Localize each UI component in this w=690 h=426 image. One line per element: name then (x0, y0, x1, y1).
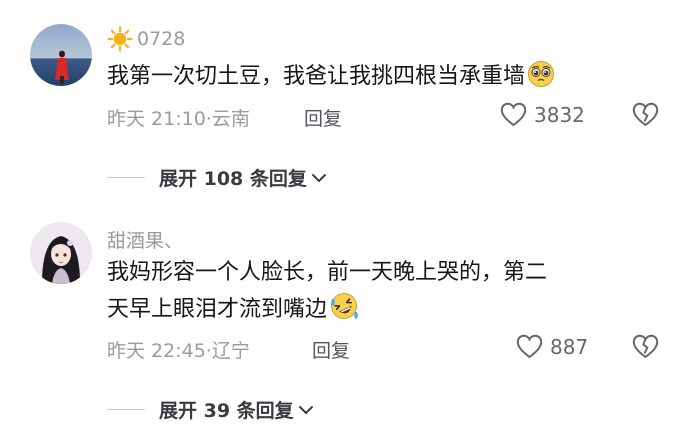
broken-heart-icon (632, 334, 659, 359)
like-button[interactable]: 887 (516, 334, 588, 359)
avatar[interactable] (30, 222, 92, 284)
reply-button[interactable]: 回复 (304, 104, 342, 131)
expand-replies-label: 展开 108 条回复 (159, 168, 307, 190)
location: 云南 (211, 108, 250, 130)
chevron-down-icon (294, 404, 314, 416)
divider (107, 409, 145, 410)
comment-meta: 昨天 22:45·辽宁 (107, 340, 250, 362)
dislike-button[interactable] (632, 334, 659, 363)
comment-meta: 昨天 21:10·云南 (107, 108, 250, 130)
broken-heart-icon (632, 102, 659, 127)
dislike-button[interactable] (632, 102, 659, 131)
timestamp: 昨天 21:10 (107, 108, 206, 130)
comment-text-line: 我妈形容一个人脸长，前一天晚上哭的，第二 (107, 260, 548, 285)
like-count: 3832 (534, 102, 585, 127)
rolling-laughing-emoji (329, 291, 359, 333)
avatar[interactable] (30, 24, 92, 86)
location: 辽宁 (211, 340, 250, 362)
reply-button[interactable]: 回复 (312, 336, 350, 363)
like-count: 887 (550, 334, 589, 359)
comment-text: 我第一次切土豆，我爸让我挑四根当承重墙 (107, 58, 667, 100)
expand-replies-label: 展开 39 条回复 (159, 400, 294, 422)
comment-text-content: 天早上眼泪才流到嘴边 (107, 297, 328, 322)
like-button[interactable]: 3832 (500, 102, 585, 127)
sun-icon (107, 26, 133, 52)
expand-replies-button[interactable]: 展开 39 条回复 (107, 396, 314, 423)
username-text: 甜酒果、 (107, 230, 184, 252)
username[interactable]: 0728 (107, 26, 185, 52)
comment-text-content: 我第一次切土豆，我爸让我挑四根当承重墙 (107, 64, 526, 89)
comment-text-line-2: 天早上眼泪才流到嘴边 (107, 291, 667, 333)
comment-text: 我妈形容一个人脸长，前一天晚上哭的，第二 天早上眼泪才流到嘴边 (107, 254, 667, 333)
username-text: 0728 (137, 28, 186, 50)
timestamp: 昨天 22:45 (107, 340, 206, 362)
divider (107, 177, 145, 178)
expand-replies-button[interactable]: 展开 108 条回复 (107, 164, 327, 191)
username[interactable]: 甜酒果、 (107, 226, 183, 253)
chevron-down-icon (307, 172, 327, 184)
heart-icon (500, 102, 534, 127)
heart-icon (516, 334, 550, 359)
pleading-face-emoji (527, 60, 555, 100)
